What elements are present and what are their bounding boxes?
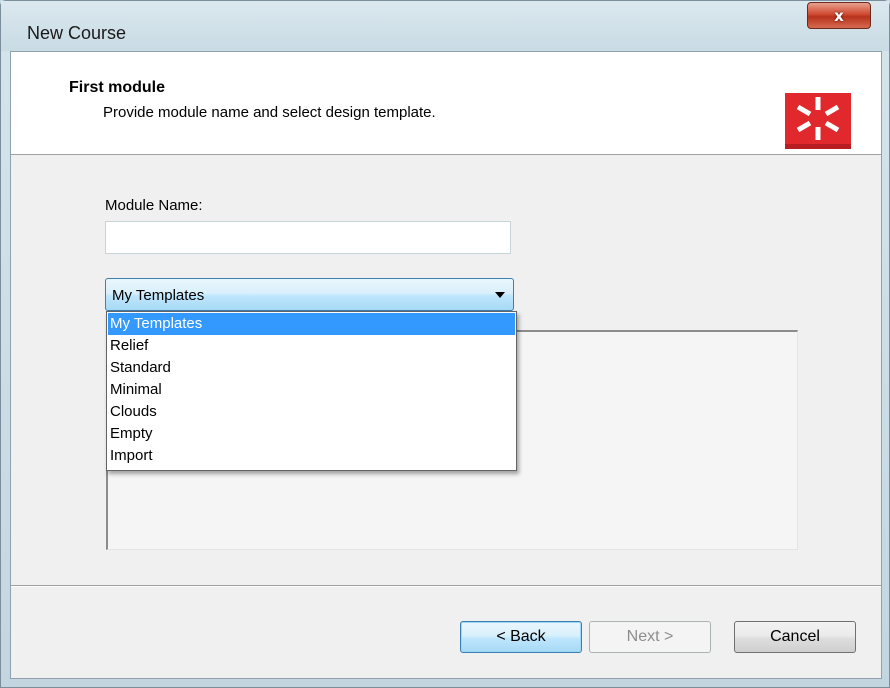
window-title: New Course — [27, 23, 127, 43]
title-bar[interactable]: New Course x — [1, 1, 889, 51]
page-subtitle: Provide module name and select design te… — [103, 104, 436, 121]
template-dropdown-list: My Templates Relief Standard Minimal Clo… — [106, 311, 517, 471]
back-button[interactable]: < Back — [460, 621, 582, 653]
template-option-import[interactable]: Import — [108, 445, 515, 467]
cancel-button[interactable]: Cancel — [734, 621, 856, 653]
template-option-minimal[interactable]: Minimal — [108, 379, 515, 401]
logo-graphic — [796, 97, 840, 140]
close-button[interactable]: x — [807, 2, 871, 29]
asterisk-logo-icon — [785, 93, 851, 149]
chevron-down-icon[interactable] — [495, 292, 505, 298]
close-icon: x — [834, 6, 844, 25]
template-option-my-templates[interactable]: My Templates — [108, 313, 515, 335]
template-select[interactable]: My Templates — [105, 278, 514, 311]
new-course-dialog: New Course x First module Provide module… — [0, 0, 890, 688]
next-button[interactable]: Next > — [589, 621, 711, 653]
wizard-header: First module Provide module name and sel… — [11, 52, 881, 155]
template-option-clouds[interactable]: Clouds — [108, 401, 515, 423]
module-name-label: Module Name: — [105, 197, 203, 214]
footer-divider — [11, 585, 881, 587]
module-name-input[interactable] — [105, 221, 511, 254]
dialog-client-area: First module Provide module name and sel… — [10, 51, 882, 679]
template-select-value: My Templates — [112, 287, 205, 304]
template-option-relief[interactable]: Relief — [108, 335, 515, 357]
template-option-standard[interactable]: Standard — [108, 357, 515, 379]
page-title: First module — [69, 79, 166, 96]
template-option-empty[interactable]: Empty — [108, 423, 515, 445]
